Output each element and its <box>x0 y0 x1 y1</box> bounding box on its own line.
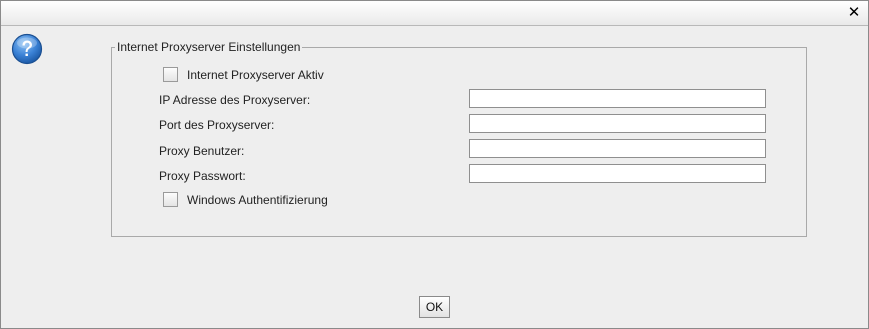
proxy-user-field[interactable] <box>469 139 766 158</box>
proxy-password-label: Proxy Passwort: <box>159 169 246 183</box>
port-label: Port des Proxyserver: <box>159 118 275 132</box>
question-mark-icon <box>11 33 43 65</box>
port-field[interactable] <box>469 114 766 133</box>
windows-auth-label: Windows Authentifizierung <box>187 192 328 207</box>
ip-address-field[interactable] <box>469 89 766 108</box>
proxy-active-label: Internet Proxyserver Aktiv <box>187 67 324 82</box>
windows-auth-checkbox[interactable]: Windows Authentifizierung <box>163 192 328 207</box>
checkbox-box[interactable] <box>163 67 178 82</box>
proxy-user-label: Proxy Benutzer: <box>159 144 245 158</box>
close-icon[interactable]: ✕ <box>846 4 862 20</box>
proxy-password-field[interactable] <box>469 164 766 183</box>
proxy-active-checkbox[interactable]: Internet Proxyserver Aktiv <box>163 67 324 82</box>
checkbox-box[interactable] <box>163 192 178 207</box>
ip-address-label: IP Adresse des Proxyserver: <box>159 93 311 107</box>
proxy-settings-dialog: ✕ Internet Proxyserver Einstellungen Int… <box>0 0 869 329</box>
group-title: Internet Proxyserver Einstellungen <box>115 40 303 54</box>
ok-button[interactable]: OK <box>419 296 450 318</box>
title-bar[interactable]: ✕ <box>1 1 868 26</box>
